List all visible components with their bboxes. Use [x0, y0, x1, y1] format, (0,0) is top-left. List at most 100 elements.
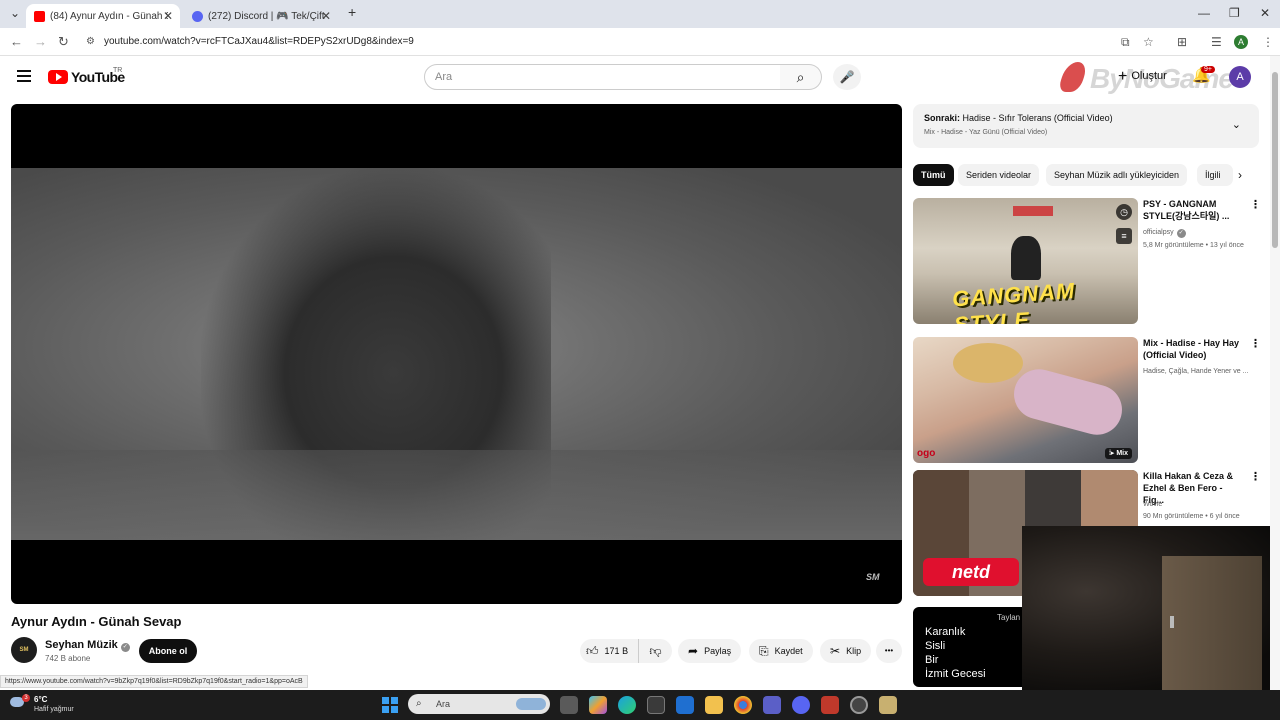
video-player[interactable]: SM [11, 104, 902, 604]
video-card-channel: Hadise, Çağla, Hande Yener ve ... [1143, 368, 1249, 375]
up-next-prefix: Sonraki: [924, 113, 961, 123]
channel-name[interactable]: Seyhan Müzik ✓ [45, 639, 130, 652]
search-button[interactable]: ⌕ [780, 64, 822, 90]
youtube-play-icon [48, 70, 68, 84]
scrollbar-thumb[interactable] [1272, 72, 1278, 248]
thumbnail-line: Bir [925, 654, 939, 666]
chip-related[interactable]: İlgili [1197, 164, 1233, 186]
dislike-button[interactable]: 👎︎ [638, 639, 672, 663]
thumbs-down-icon: 👎︎ [649, 644, 662, 658]
clip-label: Klip [846, 646, 862, 656]
league-client-icon[interactable] [879, 696, 897, 714]
copilot-icon[interactable] [589, 696, 607, 714]
account-avatar[interactable]: A [1229, 66, 1251, 88]
thumbnail-brand-text: netd [923, 558, 1019, 586]
close-tab-icon[interactable]: ✕ [163, 9, 173, 23]
thumbnail-dress [1008, 363, 1128, 441]
close-tab-icon[interactable]: ✕ [321, 9, 331, 23]
channel-avatar[interactable]: SM [11, 637, 37, 663]
chrome-icon[interactable] [734, 696, 752, 714]
up-next-video-title: Hadise - Sıfır Tolerans (Official Video) [962, 113, 1113, 123]
like-dislike-group: 👍︎ 171 B 👎︎ [580, 639, 672, 663]
notification-count-badge: 9+ [1201, 66, 1215, 73]
logo-country-code: TR [113, 67, 123, 74]
more-options-icon[interactable]: ⋮ [1250, 198, 1261, 211]
teams-icon[interactable] [763, 696, 781, 714]
windows-start-icon[interactable] [382, 697, 398, 713]
voice-search-button[interactable]: 🎤 [833, 64, 861, 90]
filter-chips: Tümü Seriden videolar Seyhan Müzik adlı … [913, 164, 1233, 186]
new-tab-button[interactable]: + [348, 4, 356, 20]
discord-icon[interactable] [792, 696, 810, 714]
tab-youtube[interactable]: (84) Aynur Aydın - Günah Sevap ✕ [26, 4, 180, 28]
video-thumbnail[interactable]: ogo ⦙▸ Mix [913, 337, 1138, 463]
bookmark-icon: ⎘ [759, 644, 769, 658]
webcam-overlay [1022, 526, 1280, 690]
up-next-panel[interactable]: Sonraki: Hadise - Sıfır Tolerans (Offici… [913, 104, 1259, 148]
chevron-down-icon[interactable]: ⌄ [1232, 118, 1241, 131]
more-actions-button[interactable]: ••• [876, 639, 902, 663]
thumbnail-sign [1013, 206, 1053, 216]
video-card-title[interactable]: Mix - Hadise - Hay Hay (Official Video) [1143, 337, 1243, 361]
tab-discord[interactable]: (272) Discord | 🎮 Tek/Çift 🎮 | ... ✕ [184, 4, 338, 28]
search-input[interactable]: Ara [424, 64, 781, 90]
channel-corner-logo: SM [866, 572, 880, 582]
chip-series[interactable]: Seriden videolar [958, 164, 1040, 186]
video-card-meta: 90 Mn görüntüleme • 6 yıl önce [1143, 513, 1240, 520]
more-options-icon[interactable]: ⋮ [1250, 470, 1261, 483]
video-thumbnail[interactable]: GANGNAM STYLE ◷ ≡ [913, 198, 1138, 324]
browser-profile-avatar[interactable]: A [1234, 35, 1248, 49]
reload-icon[interactable]: ↻ [58, 34, 69, 50]
video-card-channel: officialpsy ✓ [1143, 228, 1255, 238]
taskbar-search[interactable]: ⌕ Ara [408, 694, 550, 714]
back-icon[interactable]: ← [10, 34, 23, 49]
browser-menu-icon[interactable]: ⋮ [1262, 35, 1274, 49]
thumbnail-lyrics: Karanlık Sisli Bir İzmit Gecesi [925, 625, 986, 681]
install-app-icon[interactable]: ⧉ [1121, 35, 1130, 50]
store-icon[interactable] [647, 696, 665, 714]
mix-badge-text: Mix [1116, 450, 1128, 457]
chip-all[interactable]: Tümü [913, 164, 954, 186]
scissors-icon: ✂ [830, 644, 841, 658]
share-button[interactable]: ➦ Paylaş [678, 639, 742, 663]
chevron-right-icon[interactable]: › [1238, 168, 1242, 182]
edge-icon[interactable] [618, 696, 636, 714]
task-view-icon[interactable] [560, 696, 578, 714]
reading-list-icon[interactable]: ☰ [1211, 35, 1222, 49]
minimize-button[interactable]: — [1198, 6, 1210, 20]
watch-later-clock-icon[interactable]: ◷ [1116, 204, 1132, 220]
create-button[interactable]: + Oluştur [1118, 68, 1167, 86]
thumbnail-author: Taylan [997, 613, 1021, 622]
bookmark-star-icon[interactable]: ☆ [1143, 35, 1154, 49]
file-explorer-icon[interactable] [705, 696, 723, 714]
mail-icon[interactable] [676, 696, 694, 714]
like-button[interactable]: 👍︎ 171 B [580, 639, 636, 663]
menu-icon[interactable] [17, 70, 31, 82]
forward-icon[interactable]: → [34, 34, 47, 49]
tab-search-chevron-icon[interactable]: ⌄ [10, 6, 20, 20]
weather-alert-badge: 3 [22, 694, 30, 702]
add-to-queue-icon[interactable]: ≡ [1116, 228, 1132, 244]
more-options-icon[interactable]: ⋮ [1250, 337, 1261, 350]
video-card-title[interactable]: PSY - GANGNAM STYLE(강남스타일) ... [1143, 198, 1243, 222]
webcam-door [1162, 556, 1262, 690]
site-info-icon[interactable]: ⚙ [86, 32, 95, 52]
chip-uploader[interactable]: Seyhan Müzik adlı yükleyiciden [1046, 164, 1188, 186]
steam-icon[interactable] [850, 696, 868, 714]
share-label: Paylaş [704, 646, 732, 656]
taskbar-search-label: Ara [436, 699, 451, 709]
thumbnail-line: Karanlık [925, 626, 966, 638]
subscribe-button[interactable]: Abone ol [139, 639, 197, 663]
share-arrow-icon: ➦ [688, 644, 699, 658]
save-label: Kaydet [774, 646, 803, 656]
close-window-button[interactable]: ✕ [1260, 6, 1270, 20]
channel-text: officialpsy [1143, 229, 1174, 236]
clip-button[interactable]: ✂ Klip [820, 639, 872, 663]
save-button[interactable]: ⎘ Kaydet [749, 639, 813, 663]
page-scrollbar[interactable] [1270, 56, 1280, 690]
address-bar[interactable]: ⚙ youtube.com/watch?v=rcFTCaJXau4&list=R… [80, 32, 1100, 52]
maximize-button[interactable]: ❐ [1229, 6, 1240, 20]
extensions-icon[interactable]: ⊞ [1177, 35, 1187, 49]
obs-recorder-icon[interactable] [821, 696, 839, 714]
create-label: Oluştur [1131, 70, 1167, 82]
